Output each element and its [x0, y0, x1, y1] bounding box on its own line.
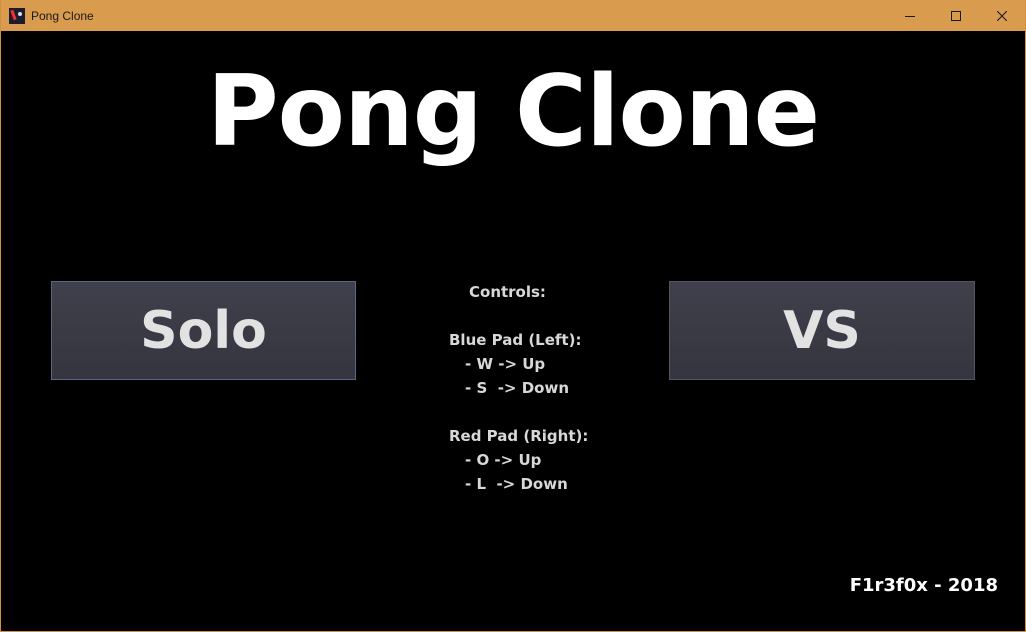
red-pad-heading: Red Pad (Right): — [449, 427, 589, 445]
game-title: Pong Clone — [206, 55, 820, 169]
pong-app-icon — [9, 7, 25, 24]
minimize-button[interactable] — [887, 0, 933, 31]
blue-pad-heading: Blue Pad (Left): — [449, 331, 582, 349]
credit-text: F1r3f0x - 2018 — [849, 575, 998, 596]
vs-button[interactable]: VS — [669, 281, 975, 380]
controls-help: Controls: Blue Pad (Left): - W -> Up - S… — [449, 280, 589, 496]
app-window: Pong Clone Pong Clone Solo Controls: Blu… — [0, 0, 1026, 632]
blue-pad-up: - W -> Up — [465, 355, 546, 373]
controls-heading: Controls: — [469, 283, 546, 301]
window-title: Pong Clone — [31, 8, 94, 23]
minimize-icon — [905, 15, 915, 17]
close-button[interactable] — [979, 0, 1025, 31]
solo-button[interactable]: Solo — [51, 281, 356, 380]
window-controls — [887, 0, 1025, 31]
red-pad-up: - O -> Up — [465, 451, 542, 469]
blue-pad-down: - S -> Down — [465, 379, 570, 397]
maximize-button[interactable] — [933, 0, 979, 31]
maximize-icon — [951, 10, 961, 21]
red-pad-down: - L -> Down — [465, 475, 568, 493]
title-bar[interactable]: Pong Clone — [1, 0, 1025, 31]
close-icon — [997, 10, 1007, 21]
